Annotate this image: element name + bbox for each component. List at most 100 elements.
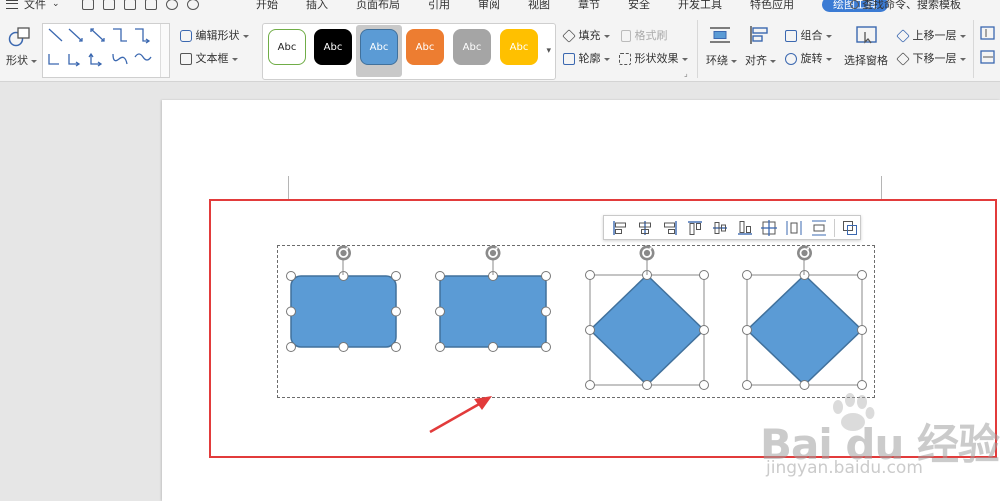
selection-pane-label: 选择窗格 bbox=[844, 54, 888, 67]
quick-access-toolbar bbox=[81, 0, 199, 10]
textbox-button[interactable]: 文本框 bbox=[180, 50, 238, 66]
align-label: 对齐 bbox=[745, 54, 767, 67]
bring-forward-icon bbox=[896, 29, 910, 43]
style-swatch-5[interactable]: Abc bbox=[453, 29, 491, 65]
shape-icon bbox=[8, 27, 30, 47]
chevron-down-icon[interactable]: ⌄ bbox=[52, 0, 60, 9]
baidu-watermark: Bai du 经验 jingyan.baidu.com bbox=[760, 393, 1000, 501]
tab-8[interactable]: 安全 bbox=[628, 0, 650, 12]
group-button[interactable]: 组合 bbox=[785, 27, 832, 43]
divider bbox=[697, 20, 698, 78]
rotate-button[interactable]: 旋转 bbox=[785, 50, 832, 66]
margin-corner-mark bbox=[881, 176, 907, 200]
rotate-label: 旋转 bbox=[800, 52, 823, 65]
bring-forward-button[interactable]: 上移一层 bbox=[896, 27, 966, 43]
text-direction-icon[interactable] bbox=[980, 26, 996, 43]
edit-shape-icon bbox=[180, 30, 192, 42]
format-painter-button[interactable]: 格式刷 bbox=[621, 27, 668, 43]
wrap-button[interactable] bbox=[709, 25, 731, 48]
textbox-icon bbox=[180, 53, 192, 65]
wrap-text-icon bbox=[710, 27, 730, 43]
file-menu[interactable]: 文件 bbox=[24, 0, 46, 12]
outline-icon bbox=[563, 53, 575, 65]
send-backward-label: 下移一层 bbox=[912, 52, 957, 65]
send-backward-icon bbox=[896, 52, 910, 66]
style-swatch-2[interactable]: Abc bbox=[314, 29, 352, 65]
shape-effect-label: 形状效果 bbox=[634, 52, 679, 65]
rotate-icon bbox=[785, 53, 797, 65]
insert-shape-button[interactable] bbox=[8, 26, 32, 51]
fill-bucket-icon bbox=[562, 29, 576, 43]
caret-icon bbox=[825, 57, 832, 61]
caret-icon bbox=[681, 57, 688, 61]
tab-10[interactable]: 特色应用 bbox=[750, 0, 794, 12]
caret-icon bbox=[770, 59, 776, 63]
tab-4[interactable]: 引用 bbox=[428, 0, 450, 12]
tab-2[interactable]: 插入 bbox=[306, 0, 328, 12]
save-icon[interactable] bbox=[81, 0, 94, 10]
outline-button[interactable]: 轮廓 bbox=[563, 50, 610, 66]
text-align-icon[interactable] bbox=[980, 50, 996, 67]
send-backward-button[interactable]: 下移一层 bbox=[896, 50, 966, 66]
caret-icon bbox=[603, 34, 610, 38]
selection-pane-icon bbox=[856, 26, 877, 44]
redo-icon[interactable] bbox=[186, 0, 199, 10]
shape-dropdown[interactable]: 形状 bbox=[6, 52, 37, 68]
caret-icon bbox=[231, 57, 238, 61]
margin-corner-mark bbox=[263, 176, 289, 200]
textbox-label: 文本框 bbox=[195, 52, 229, 65]
ribbon-tabs: 开始 插入 页面布局 引用 审阅 视图 章节 安全 开发工具 特色应用 绘图工具 bbox=[256, 0, 910, 12]
caret-icon bbox=[31, 59, 37, 63]
watermark-url: jingyan.baidu.com bbox=[766, 458, 923, 478]
tab-6[interactable]: 视图 bbox=[528, 0, 550, 12]
outline-label: 轮廓 bbox=[578, 52, 601, 65]
tab-1[interactable]: 开始 bbox=[256, 0, 278, 12]
gallery-scroll[interactable] bbox=[160, 24, 169, 77]
print-preview-icon[interactable] bbox=[144, 0, 157, 10]
caret-icon bbox=[242, 34, 249, 38]
caret-icon bbox=[959, 57, 966, 61]
export-icon[interactable] bbox=[102, 0, 115, 10]
align-button[interactable] bbox=[749, 25, 771, 48]
bring-forward-label: 上移一层 bbox=[912, 29, 957, 42]
caret-icon bbox=[825, 34, 832, 38]
style-swatch-3[interactable]: Abc bbox=[360, 29, 398, 65]
caret-icon bbox=[731, 59, 737, 63]
group-label: 组合 bbox=[800, 29, 823, 42]
wrap-label: 环绕 bbox=[706, 54, 728, 67]
undo-icon[interactable] bbox=[165, 0, 178, 10]
caret-icon bbox=[603, 57, 610, 61]
connector-lines-icon bbox=[48, 28, 152, 67]
divider bbox=[973, 20, 974, 78]
group-icon bbox=[785, 30, 797, 42]
search-icon bbox=[850, 0, 859, 9]
fill-label: 填充 bbox=[578, 29, 601, 42]
style-swatch-4[interactable]: Abc bbox=[406, 29, 444, 65]
ribbon-drawing-tools: 形状 编辑形状 文本框 Abc Abc Abc Abc Abc Abc ▾ 填充… bbox=[0, 12, 1000, 82]
tab-7[interactable]: 章节 bbox=[578, 0, 600, 12]
tab-9[interactable]: 开发工具 bbox=[678, 0, 722, 12]
menu-icon[interactable] bbox=[6, 0, 18, 9]
tab-5[interactable]: 审阅 bbox=[478, 0, 500, 12]
more-styles-icon[interactable]: ▾ bbox=[546, 46, 551, 56]
edit-shape-button[interactable]: 编辑形状 bbox=[180, 27, 249, 43]
style-swatch-6[interactable]: Abc bbox=[500, 29, 538, 65]
edit-shape-label: 编辑形状 bbox=[195, 29, 240, 42]
tab-3[interactable]: 页面布局 bbox=[356, 0, 400, 12]
menu-bar: 文件 ⌄ 开始 插入 页面布局 引用 审阅 视图 章节 安全 开发工具 特色应用 绘图工具 查找命令… bbox=[0, 0, 1000, 12]
fill-button[interactable]: 填充 bbox=[562, 27, 610, 43]
command-search[interactable]: 查找命令、搜索模板 bbox=[850, 0, 961, 12]
wrap-dropdown[interactable]: 环绕 bbox=[706, 52, 737, 68]
shape-style-gallery[interactable]: Abc Abc Abc Abc Abc Abc ▾ bbox=[262, 23, 556, 80]
annotation-arrow-icon bbox=[429, 396, 492, 434]
selection-pane-button[interactable] bbox=[856, 25, 878, 48]
print-icon[interactable] bbox=[123, 0, 136, 10]
align-dropdown[interactable]: 对齐 bbox=[745, 52, 776, 68]
caret-icon bbox=[959, 34, 966, 38]
wps-writer-window: 文件 ⌄ 开始 插入 页面布局 引用 审阅 视图 章节 安全 开发工具 特色应用 绘图工具 查找命令… bbox=[0, 0, 1000, 501]
align-icon bbox=[750, 26, 768, 44]
dialog-launcher-icon[interactable]: ⌟ bbox=[684, 69, 688, 78]
style-swatch-1[interactable]: Abc bbox=[268, 29, 306, 65]
line-shape-gallery[interactable] bbox=[42, 23, 170, 78]
shape-effect-button[interactable]: 形状效果 bbox=[619, 50, 688, 66]
